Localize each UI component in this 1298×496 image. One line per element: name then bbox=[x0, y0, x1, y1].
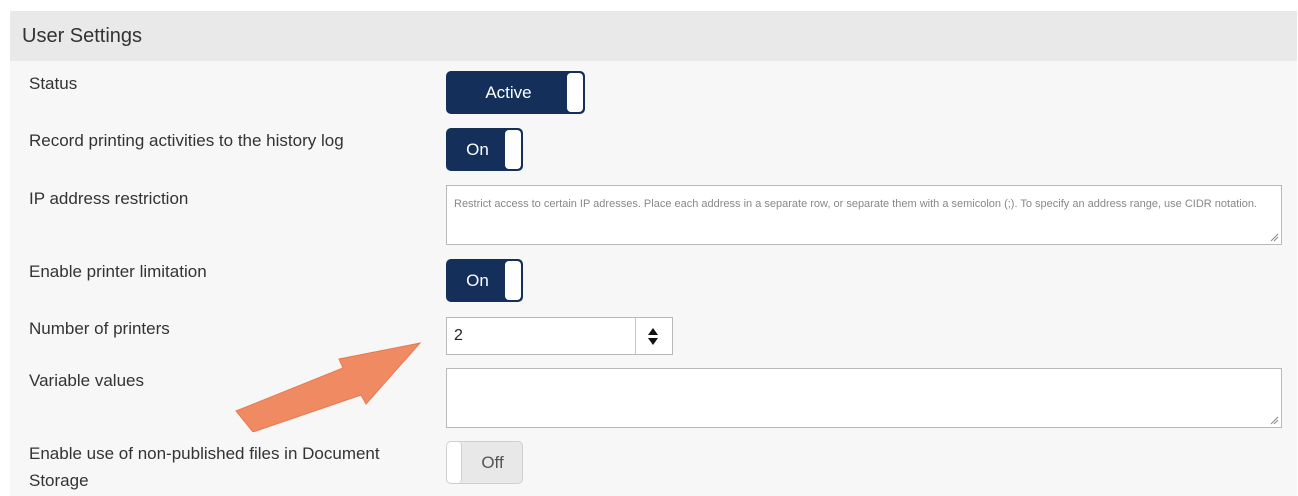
user-settings-panel: User Settings Status Active Record print… bbox=[10, 11, 1297, 496]
status-toggle[interactable]: Active bbox=[446, 71, 585, 114]
variable-values-textarea[interactable] bbox=[446, 368, 1282, 428]
spinner-down-icon[interactable] bbox=[648, 338, 658, 345]
record-history-label: Record printing activities to the histor… bbox=[29, 131, 344, 150]
toggle-knob bbox=[567, 73, 583, 112]
variable-values-label: Variable values bbox=[29, 371, 144, 390]
spinner-up-icon[interactable] bbox=[648, 328, 658, 335]
num-printers-label: Number of printers bbox=[29, 319, 170, 338]
printer-limitation-toggle[interactable]: On bbox=[446, 259, 523, 302]
printer-limitation-toggle-text: On bbox=[466, 271, 489, 290]
non-published-label-line2: Storage bbox=[29, 471, 89, 490]
non-published-toggle-text: Off bbox=[481, 453, 504, 472]
record-history-toggle-text: On bbox=[466, 140, 489, 159]
ip-restriction-textarea[interactable]: Restrict access to certain IP adresses. … bbox=[446, 185, 1282, 245]
resize-grip-icon[interactable] bbox=[1270, 416, 1279, 425]
non-published-label-line1: Enable use of non-published files in Doc… bbox=[29, 444, 380, 463]
non-published-toggle[interactable]: Off bbox=[446, 441, 523, 484]
ip-restriction-placeholder: Restrict access to certain IP adresses. … bbox=[454, 198, 1257, 210]
status-label: Status bbox=[29, 74, 78, 93]
num-printers-input[interactable]: 2 bbox=[446, 317, 673, 355]
record-history-toggle[interactable]: On bbox=[446, 128, 523, 171]
annotation-arrow-icon bbox=[235, 342, 422, 432]
panel-header: User Settings bbox=[10, 11, 1297, 61]
ip-restriction-label: IP address restriction bbox=[29, 189, 189, 208]
toggle-knob bbox=[505, 130, 521, 169]
resize-grip-icon[interactable] bbox=[1270, 233, 1279, 242]
panel-title: User Settings bbox=[22, 25, 143, 47]
status-toggle-text: Active bbox=[485, 83, 532, 102]
num-printers-value: 2 bbox=[454, 327, 463, 344]
toggle-knob bbox=[505, 261, 521, 300]
printer-limitation-label: Enable printer limitation bbox=[29, 262, 207, 281]
number-spinner[interactable] bbox=[635, 318, 672, 354]
toggle-knob bbox=[447, 442, 462, 483]
